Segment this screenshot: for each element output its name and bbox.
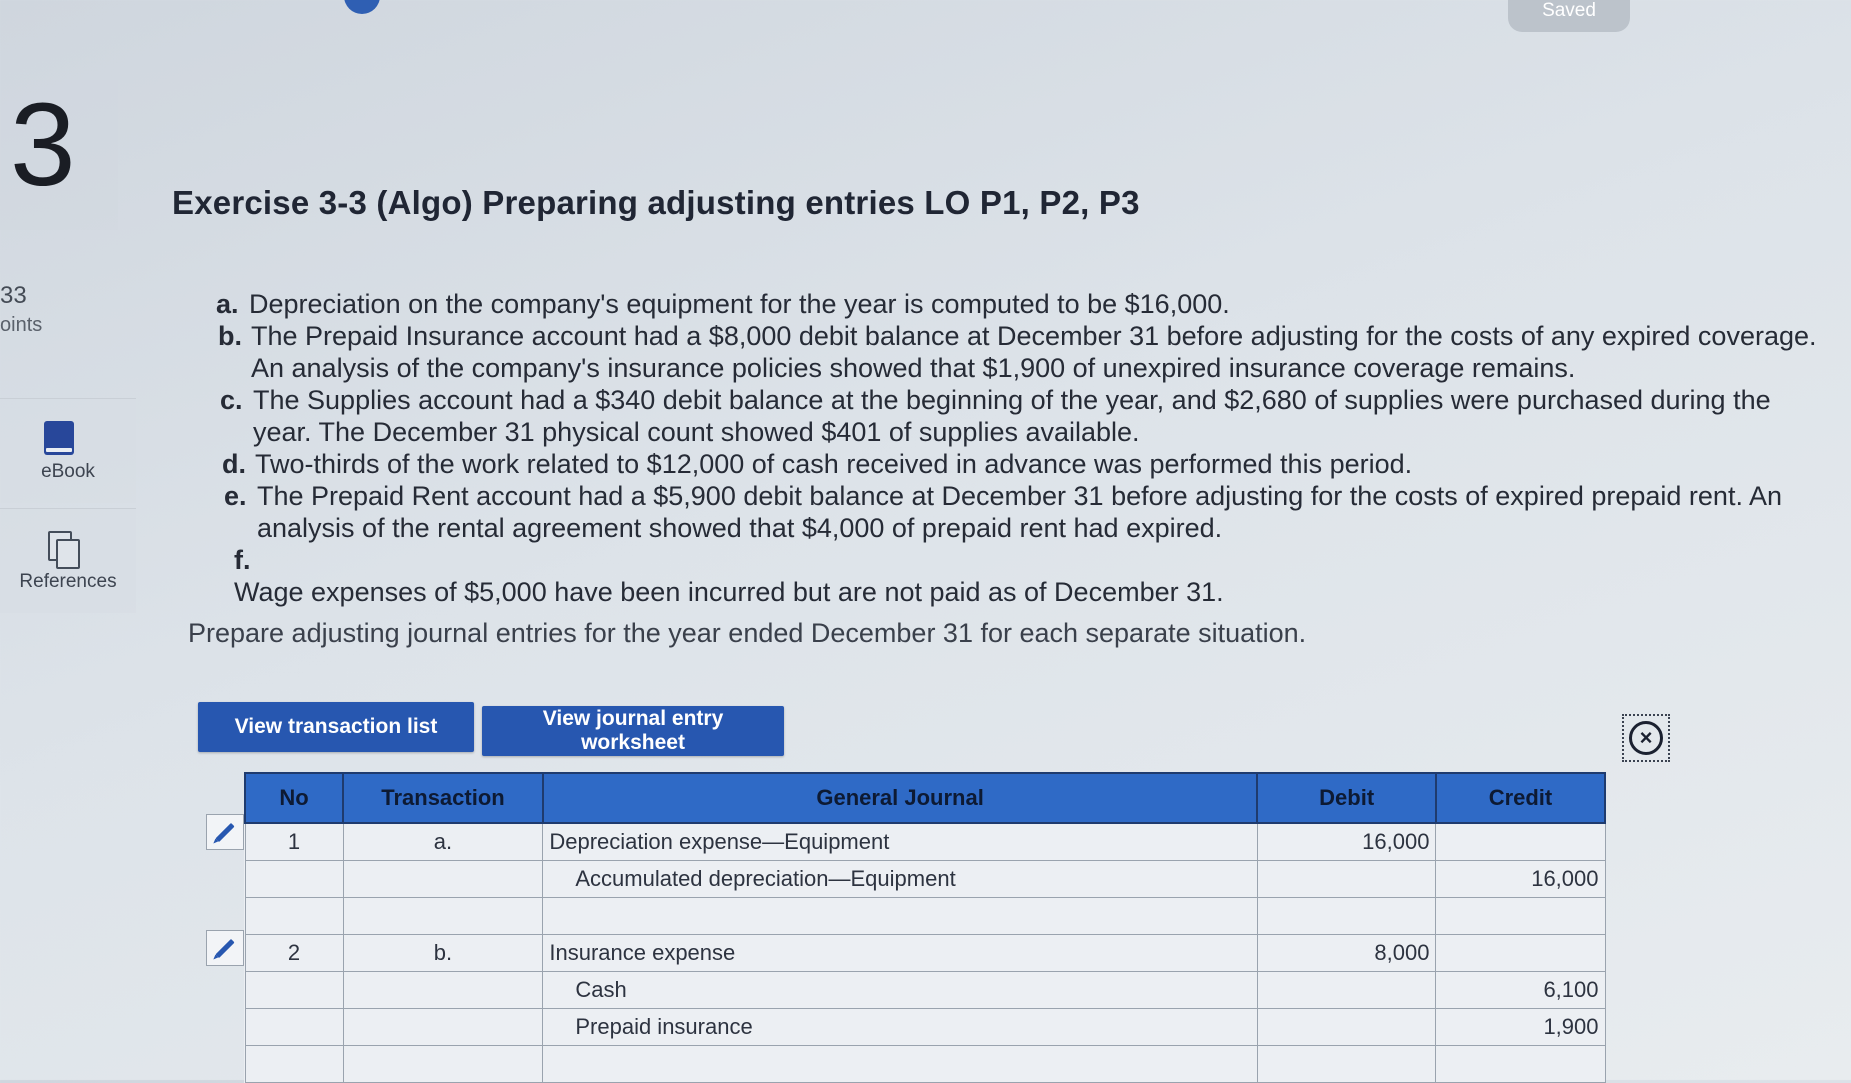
- exercise-item: e. The Prepaid Rent account had a $5,900 …: [224, 480, 1836, 544]
- table-row: [244, 897, 1606, 935]
- cell-debit: [1256, 860, 1437, 898]
- table-row: Prepaid insurance 1,900: [244, 1008, 1606, 1046]
- cell-transaction: [342, 897, 544, 935]
- pencil-icon: [215, 822, 235, 842]
- journal-table: No Transaction General Journal Debit Cre…: [243, 772, 1607, 1083]
- cell-credit: [1435, 1045, 1606, 1083]
- item-text: The Prepaid Rent account had a $5,900 de…: [257, 481, 1782, 543]
- cell-no: [244, 971, 344, 1009]
- item-text: Wage expenses of $5,000 have been incurr…: [234, 577, 1224, 607]
- item-text: The Supplies account had a $340 debit ba…: [253, 385, 1771, 447]
- cell-account: [542, 897, 1258, 935]
- item-marker: c.: [220, 385, 243, 415]
- cell-transaction: b.: [342, 934, 544, 972]
- header-credit: Credit: [1434, 772, 1607, 824]
- cell-account: Depreciation expense—Equipment: [542, 822, 1258, 861]
- close-icon: ×: [1629, 721, 1663, 755]
- cell-account: Prepaid insurance: [542, 1008, 1258, 1046]
- cell-debit: [1256, 971, 1437, 1009]
- cell-transaction: [342, 860, 544, 898]
- view-journal-entry-worksheet-button[interactable]: View journal entry worksheet: [482, 706, 784, 756]
- cell-debit: 8,000: [1256, 934, 1437, 972]
- header-no: No: [243, 772, 345, 824]
- item-text: The Prepaid Insurance account had a $8,0…: [251, 321, 1817, 383]
- cell-credit: [1435, 934, 1606, 972]
- item-marker: a.: [216, 289, 239, 319]
- cell-debit: 16,000: [1256, 822, 1437, 861]
- header-general-journal: General Journal: [541, 772, 1259, 824]
- table-header-row: No Transaction General Journal Debit Cre…: [243, 772, 1607, 824]
- item-marker: d.: [222, 449, 246, 479]
- progress-indicator-icon: [344, 0, 380, 14]
- references-link[interactable]: References: [0, 508, 136, 613]
- item-marker: e.: [224, 481, 247, 511]
- view-transaction-list-button[interactable]: View transaction list: [198, 702, 474, 752]
- cell-credit: [1435, 897, 1606, 935]
- cell-transaction: a.: [342, 822, 544, 861]
- header-debit: Debit: [1256, 772, 1437, 824]
- cell-account: Cash: [542, 971, 1258, 1009]
- exercise-title: Exercise 3-3 (Algo) Preparing adjusting …: [172, 184, 1140, 221]
- points-value: 33: [0, 282, 27, 309]
- item-marker: b.: [218, 321, 242, 351]
- cell-no: [244, 1008, 344, 1046]
- exercise-item: d. Two-thirds of the work related to $12,…: [222, 448, 1836, 480]
- cell-debit: [1256, 897, 1437, 935]
- close-button[interactable]: ×: [1622, 714, 1670, 762]
- cell-no: [244, 1045, 344, 1083]
- cell-credit: 16,000: [1435, 860, 1606, 898]
- table-row: Cash 6,100: [244, 971, 1606, 1009]
- ebook-icon: [44, 421, 74, 455]
- ebook-label: eBook: [41, 461, 95, 482]
- exercise-items: a. Depreciation on the company's equipmen…: [216, 288, 1836, 608]
- pencil-icon: [215, 938, 235, 958]
- cell-credit: 6,100: [1435, 971, 1606, 1009]
- question-number: 3: [10, 79, 76, 211]
- cell-debit: [1256, 1045, 1437, 1083]
- item-marker: f.: [234, 545, 251, 575]
- cell-no: 2: [244, 934, 344, 972]
- cell-transaction: [342, 971, 544, 1009]
- table-row: 2 b. Insurance expense 8,000: [244, 934, 1606, 972]
- exercise-item: b. The Prepaid Insurance account had a $8…: [218, 320, 1836, 384]
- exercise-item: a. Depreciation on the company's equipmen…: [216, 288, 1836, 320]
- header-transaction: Transaction: [342, 772, 544, 824]
- edit-entry-1-button[interactable]: [206, 814, 244, 850]
- table-row: [244, 1045, 1606, 1083]
- cell-account: [542, 1045, 1258, 1083]
- cell-account: Accumulated depreciation—Equipment: [542, 860, 1258, 898]
- cell-account: Insurance expense: [542, 934, 1258, 972]
- cell-no: [244, 897, 344, 935]
- table-row: 1 a. Depreciation expense—Equipment 16,0…: [244, 822, 1606, 861]
- cell-credit: 1,900: [1435, 1008, 1606, 1046]
- table-row: Accumulated depreciation—Equipment 16,00…: [244, 860, 1606, 898]
- cell-transaction: [342, 1008, 544, 1046]
- item-text: Two-thirds of the work related to $12,00…: [255, 449, 1413, 479]
- saved-status-badge: Saved: [1508, 0, 1630, 32]
- exercise-item: c. The Supplies account had a $340 debit …: [220, 384, 1836, 448]
- edit-entry-2-button[interactable]: [206, 930, 244, 966]
- points-label: oints: [0, 314, 43, 336]
- references-label: References: [19, 571, 117, 592]
- item-text: Depreciation on the company's equipment …: [249, 289, 1230, 319]
- cell-no: [244, 860, 344, 898]
- references-icon: [48, 531, 80, 569]
- cell-transaction: [342, 1045, 544, 1083]
- cell-credit: [1435, 822, 1606, 861]
- cell-debit: [1256, 1008, 1437, 1046]
- ebook-link[interactable]: eBook: [0, 398, 136, 503]
- exercise-item: f.Wage expenses of $5,000 have been incu…: [234, 544, 1836, 608]
- cell-no: 1: [244, 822, 344, 861]
- instruction-text: Prepare adjusting journal entries for th…: [188, 618, 1307, 648]
